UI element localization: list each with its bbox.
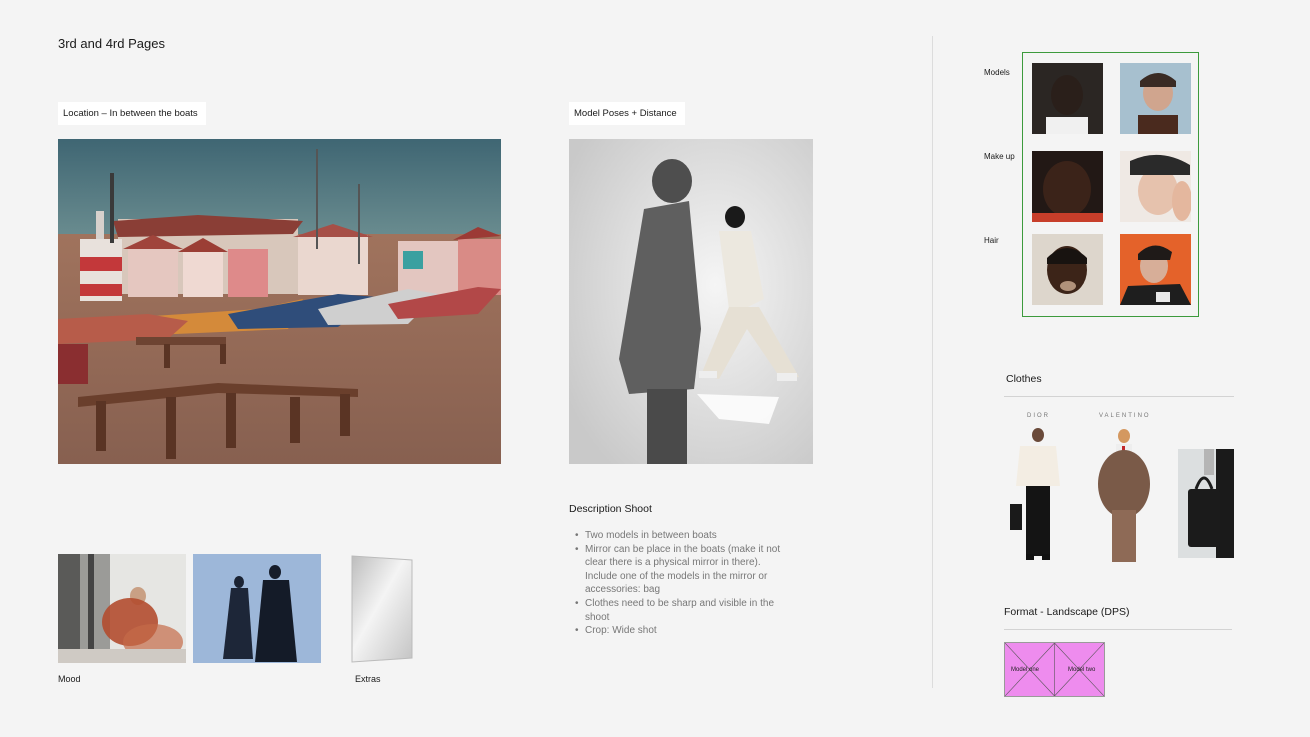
mood-caption: Mood xyxy=(58,674,81,684)
models-ref-2 xyxy=(1120,63,1191,134)
poses-label: Model Poses + Distance xyxy=(569,102,685,125)
extras-mirror-photo xyxy=(350,554,414,663)
models-label: Models xyxy=(984,68,1010,77)
clothes-look-1 xyxy=(1006,426,1066,564)
list-item: Crop: Wide shot xyxy=(575,624,795,638)
makeup-label: Make up xyxy=(984,152,1015,161)
hair-ref-1 xyxy=(1032,234,1103,305)
location-photo xyxy=(58,139,501,464)
clothes-look-2 xyxy=(1094,426,1154,564)
column-divider xyxy=(932,36,933,688)
list-item: Clothes need to be sharp and visible in … xyxy=(575,597,795,624)
description-title: Description Shoot xyxy=(569,503,652,515)
list-item: Two models in between boats xyxy=(575,529,795,543)
hair-label: Hair xyxy=(984,236,999,245)
format-right-label: Model two xyxy=(1068,667,1096,673)
hair-ref-2 xyxy=(1120,234,1191,305)
format-spread: Model one Model two xyxy=(1004,642,1105,697)
mood-photo-1 xyxy=(58,554,186,663)
list-item: Mirror can be place in the boats (make i… xyxy=(575,543,795,597)
extras-caption: Extras xyxy=(355,674,381,684)
brand-valentino: VALENTINO xyxy=(1099,413,1151,419)
description-list: Two models in between boats Mirror can b… xyxy=(575,529,795,638)
page-title: 3rd and 4rd Pages xyxy=(58,36,165,51)
format-left-label: Model one xyxy=(1011,667,1040,673)
clothes-heading: Clothes xyxy=(1006,373,1042,385)
location-label: Location – In between the boats xyxy=(58,102,206,125)
makeup-ref-1 xyxy=(1032,151,1103,222)
makeup-ref-2 xyxy=(1120,151,1191,222)
clothes-accessory-bag xyxy=(1178,449,1234,558)
brand-dior: DIOR xyxy=(1027,413,1050,419)
clothes-rule xyxy=(1004,396,1234,397)
format-heading: Format - Landscape (DPS) xyxy=(1004,606,1130,618)
models-ref-1 xyxy=(1032,63,1103,134)
format-rule xyxy=(1004,629,1232,630)
mood-photo-2 xyxy=(193,554,321,663)
poses-photo xyxy=(569,139,813,464)
